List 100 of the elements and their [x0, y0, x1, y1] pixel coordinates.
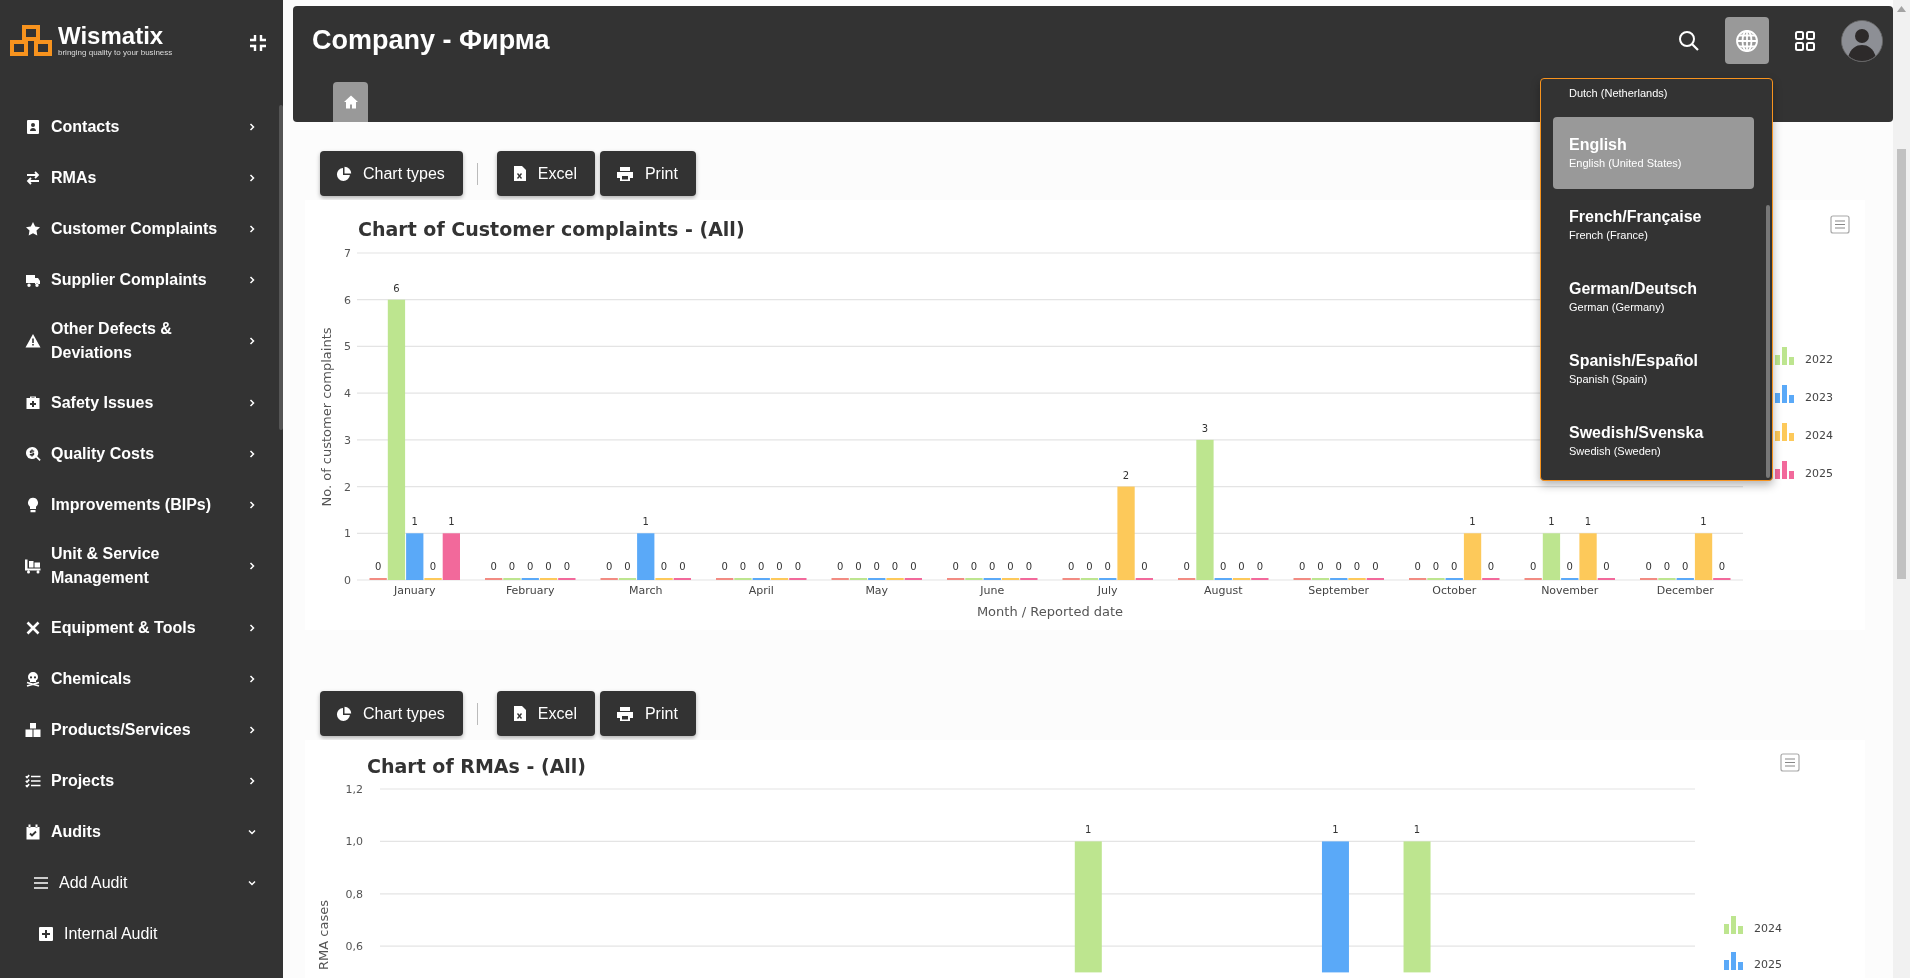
- data-label: 1: [642, 516, 649, 528]
- chart-title: Chart of RMAs - (All): [367, 755, 587, 777]
- collapse-icon[interactable]: [249, 34, 267, 52]
- sidebar-item[interactable]: Add Audit: [0, 857, 283, 908]
- sidebar-item[interactable]: Quality Costs: [0, 428, 283, 479]
- legend-swatch-icon[interactable]: [1775, 461, 1794, 479]
- legend-label[interactable]: 2024: [1754, 922, 1782, 935]
- tools-icon: [25, 619, 41, 636]
- data-label: 0: [1025, 561, 1033, 572]
- axis-tick-label: 6: [344, 293, 351, 307]
- data-label: 2: [1122, 469, 1130, 481]
- data-label: 1: [1700, 516, 1707, 528]
- home-tab[interactable]: [333, 82, 368, 122]
- language-name: French/Française: [1569, 207, 1703, 227]
- language-option[interactable]: Dutch (Netherlands): [1553, 79, 1754, 117]
- logo-tagline: bringing quality to your business: [58, 48, 173, 57]
- data-label: 0: [836, 561, 844, 572]
- sidebar-item[interactable]: Internal Audit: [0, 908, 283, 959]
- skull-icon: [25, 670, 41, 687]
- chart-types-button[interactable]: Chart types: [320, 691, 463, 736]
- legend-label[interactable]: 2022: [1805, 353, 1833, 366]
- data-label: 0: [1104, 561, 1111, 572]
- chart-menu-icon[interactable]: [1780, 753, 1800, 772]
- scrollbar-thumb[interactable]: [1897, 149, 1906, 579]
- axis-category-label: January: [393, 584, 436, 597]
- sidebar-item[interactable]: Audits: [0, 806, 283, 857]
- sidebar-item[interactable]: Improvements (BIPs): [0, 479, 283, 530]
- chevron-right-icon: [247, 775, 257, 786]
- data-label: 3: [1201, 422, 1209, 434]
- data-label: 0: [1238, 561, 1245, 572]
- legend-swatch-icon[interactable]: [1775, 347, 1794, 365]
- axis-tick-label: 2: [344, 480, 351, 494]
- spreadsheet-file-icon: [512, 705, 527, 722]
- data-label: 0: [660, 561, 668, 572]
- data-label: 0: [1682, 561, 1689, 572]
- sidebar-item[interactable]: Unit & Service Management: [0, 530, 283, 602]
- sidebar-item[interactable]: Contacts: [0, 101, 283, 152]
- legend-swatch-icon[interactable]: [1724, 916, 1743, 934]
- sidebar-item[interactable]: Other Defects & Deviations: [0, 305, 283, 377]
- data-label: 0: [776, 561, 783, 572]
- legend-label[interactable]: 2024: [1805, 429, 1833, 442]
- axis-tick-label: 0,6: [345, 940, 363, 954]
- sidebar-item[interactable]: Customer Complaints: [0, 203, 283, 254]
- language-button[interactable]: [1725, 17, 1769, 64]
- scrollbar-thumb[interactable]: [1766, 205, 1770, 478]
- data-label: 0: [1603, 561, 1610, 572]
- chevron-right-icon: [247, 561, 257, 571]
- sidebar-item[interactable]: Equipment & Tools: [0, 602, 283, 653]
- axis-category-label: November: [1541, 584, 1599, 597]
- chart-types-button[interactable]: Chart types: [320, 151, 463, 196]
- language-option[interactable]: Spanish/Español Spanish (Spain): [1553, 333, 1754, 405]
- excel-button[interactable]: Excel: [496, 151, 595, 196]
- language-region: Dutch (Netherlands): [1569, 86, 1669, 101]
- language-option[interactable]: Swedish/Svenska Swedish (Sweden): [1553, 405, 1754, 477]
- print-button[interactable]: Print: [599, 151, 696, 196]
- chart-menu-icon[interactable]: [1830, 215, 1850, 234]
- excel-button[interactable]: Excel: [496, 691, 595, 736]
- chevron-right-icon: [247, 724, 257, 735]
- star-icon: [25, 220, 41, 237]
- data-label: 0: [1220, 561, 1227, 572]
- legend-label[interactable]: 2025: [1805, 467, 1833, 480]
- axis-tick-label: 1: [344, 527, 351, 541]
- data-label: 0: [679, 561, 686, 572]
- legend-swatch-icon[interactable]: [1724, 952, 1743, 970]
- warning-icon: [25, 333, 41, 349]
- language-name: English: [1569, 135, 1628, 155]
- language-region: French (France): [1569, 228, 1649, 243]
- data-label: 0: [605, 561, 613, 572]
- sidebar-item[interactable]: Supplier Complaints: [0, 254, 283, 305]
- data-label: 1: [1085, 824, 1092, 836]
- language-name: German/Deutsch: [1569, 279, 1699, 299]
- axis-category-label: February: [505, 584, 555, 597]
- sidebar-item[interactable]: Chemicals: [0, 653, 283, 704]
- axis-category-label: June: [980, 584, 1005, 597]
- scroll-up-icon[interactable]: [1897, 6, 1906, 12]
- data-label: 0: [1566, 561, 1573, 572]
- axis-category-label: May: [865, 584, 889, 597]
- scrollbar[interactable]: [1893, 0, 1910, 978]
- data-label: 0: [545, 561, 552, 572]
- sidebar-item[interactable]: Safety Issues: [0, 377, 283, 428]
- legend-swatch-icon[interactable]: [1775, 385, 1794, 403]
- language-region: German (Germany): [1569, 300, 1666, 315]
- language-option[interactable]: German/Deutsch German (Germany): [1553, 261, 1754, 333]
- legend-swatch-icon[interactable]: [1775, 423, 1794, 441]
- data-label: 0: [624, 561, 631, 572]
- data-label: 0: [1317, 561, 1324, 572]
- language-region: Swedish (Sweden): [1569, 444, 1662, 459]
- print-button[interactable]: Print: [599, 691, 696, 736]
- data-label: 0: [739, 561, 747, 572]
- sidebar-item[interactable]: RMAs: [0, 152, 283, 203]
- legend-label[interactable]: 2023: [1805, 391, 1833, 404]
- sidebar-item[interactable]: Projects: [0, 755, 283, 806]
- chevron-right-icon: [247, 448, 257, 459]
- language-option[interactable]: French/Française French (France): [1553, 189, 1754, 261]
- scrollbar-thumb[interactable]: [279, 105, 283, 430]
- data-label: 0: [1645, 561, 1652, 572]
- sidebar-item[interactable]: Products/Services: [0, 704, 283, 755]
- data-label: 0: [758, 561, 765, 572]
- data-label: 0: [1335, 561, 1342, 572]
- legend-label[interactable]: 2025: [1754, 958, 1782, 971]
